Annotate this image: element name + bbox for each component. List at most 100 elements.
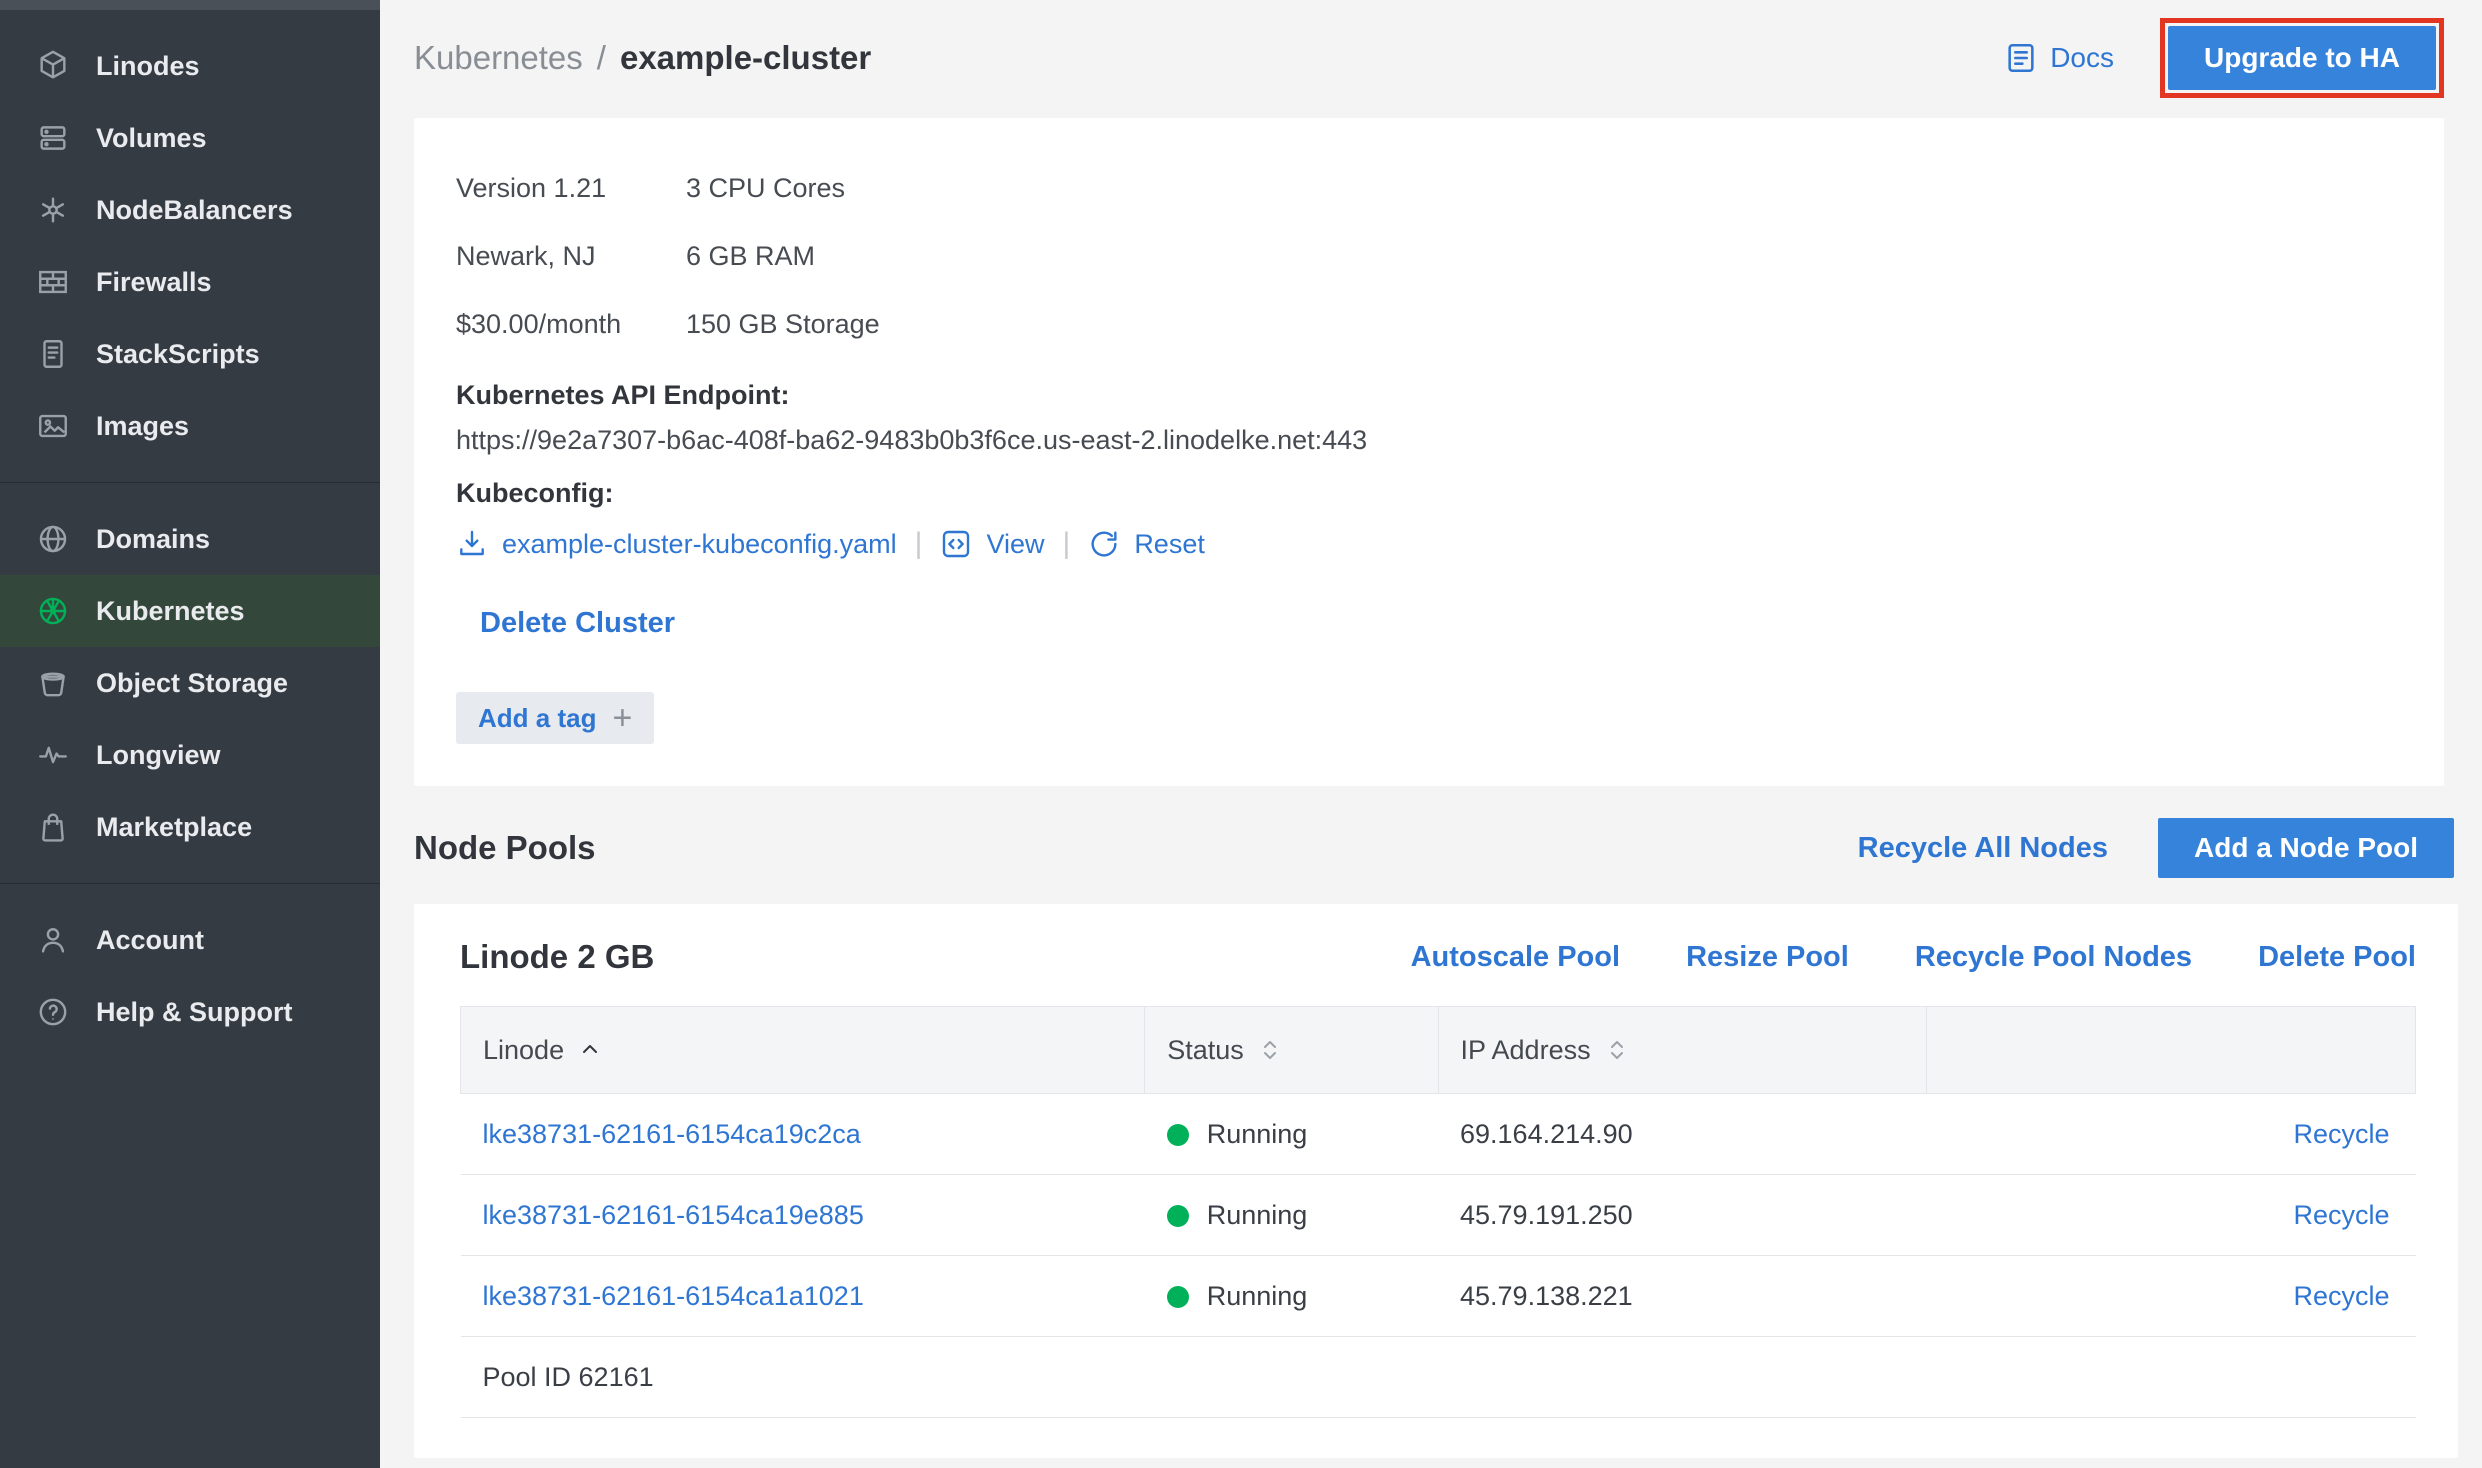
download-icon <box>456 528 488 560</box>
column-header-actions <box>1927 1007 2416 1094</box>
spec-row: $30.00/month 150 GB Storage <box>456 290 2400 358</box>
sidebar-item-label: Domains <box>96 524 210 555</box>
kubeconfig-reset-link[interactable]: Reset <box>1088 528 1205 560</box>
spec-region: Newark, NJ <box>456 241 686 272</box>
spec-ram: 6 GB RAM <box>686 241 815 272</box>
sidebar-divider <box>0 883 380 884</box>
table-footer-row: Pool ID 62161 <box>461 1337 2416 1418</box>
status-label: Running <box>1207 1281 1308 1311</box>
ip-address: 45.79.191.250 <box>1438 1175 1927 1256</box>
sidebar-item-longview[interactable]: Longview <box>0 719 380 791</box>
reset-label: Reset <box>1134 529 1205 560</box>
linode-cube-icon <box>36 49 70 83</box>
node-link[interactable]: lke38731-62161-6154ca19e885 <box>483 1200 864 1230</box>
api-endpoint-url: https://9e2a7307-b6ac-408f-ba62-9483b0b3… <box>456 425 2400 456</box>
sidebar-item-marketplace[interactable]: Marketplace <box>0 791 380 863</box>
delete-pool-link[interactable]: Delete Pool <box>2258 941 2416 974</box>
status-dot-running <box>1167 1286 1189 1308</box>
main-content: Kubernetes / example-cluster Docs Upgrad… <box>380 0 2482 1468</box>
resize-pool-link[interactable]: Resize Pool <box>1686 941 1849 974</box>
kubeconfig-view-link[interactable]: View <box>940 528 1044 560</box>
sidebar-item-domains[interactable]: Domains <box>0 503 380 575</box>
sidebar-item-nodebalancers[interactable]: NodeBalancers <box>0 174 380 246</box>
sidebar-item-object-storage[interactable]: Object Storage <box>0 647 380 719</box>
upgrade-to-ha-button[interactable]: Upgrade to HA <box>2168 26 2436 90</box>
sidebar-divider <box>0 482 380 483</box>
divider: | <box>915 527 923 561</box>
sidebar-item-label: Object Storage <box>96 668 288 699</box>
sidebar-item-label: NodeBalancers <box>96 195 293 226</box>
view-code-icon <box>940 528 972 560</box>
help-icon <box>36 995 70 1029</box>
recycle-all-nodes-link[interactable]: Recycle All Nodes <box>1858 832 2108 865</box>
docs-label: Docs <box>2050 42 2114 74</box>
node-link[interactable]: lke38731-62161-6154ca1a1021 <box>483 1281 864 1311</box>
breadcrumb: Kubernetes / example-cluster <box>414 39 871 77</box>
sidebar-item-label: Firewalls <box>96 267 212 298</box>
sidebar-item-firewalls[interactable]: Firewalls <box>0 246 380 318</box>
table-row: lke38731-62161-6154ca19c2ca Running 69.1… <box>461 1094 2416 1175</box>
breadcrumb-current: example-cluster <box>620 39 871 77</box>
add-node-pool-button[interactable]: Add a Node Pool <box>2158 818 2454 878</box>
sidebar-item-label: StackScripts <box>96 339 260 370</box>
plus-icon: + <box>612 701 632 735</box>
sidebar-item-label: Marketplace <box>96 812 252 843</box>
sidebar-item-help-support[interactable]: Help & Support <box>0 976 380 1048</box>
autoscale-pool-link[interactable]: Autoscale Pool <box>1411 941 1621 974</box>
recycle-node-link[interactable]: Recycle <box>2293 1200 2389 1230</box>
kubeconfig-download-link[interactable]: example-cluster-kubeconfig.yaml <box>456 528 897 560</box>
page-header: Kubernetes / example-cluster Docs Upgrad… <box>380 0 2482 118</box>
sort-ascending-icon <box>578 1036 602 1064</box>
kubeconfig-actions: example-cluster-kubeconfig.yaml | View |… <box>456 527 2400 561</box>
column-header-status[interactable]: Status <box>1145 1007 1438 1094</box>
column-label: Linode <box>483 1035 564 1066</box>
divider: | <box>1063 527 1071 561</box>
node-pools-header: Node Pools Recycle All Nodes Add a Node … <box>414 818 2454 878</box>
sidebar-top-strip <box>0 0 380 10</box>
sort-icon <box>1258 1036 1282 1064</box>
view-label: View <box>986 529 1044 560</box>
sidebar-item-volumes[interactable]: Volumes <box>0 102 380 174</box>
add-tag-label: Add a tag <box>478 703 596 734</box>
table-row: lke38731-62161-6154ca19e885 Running 45.7… <box>461 1175 2416 1256</box>
sidebar-item-linodes[interactable]: Linodes <box>0 30 380 102</box>
add-tag-button[interactable]: Add a tag + <box>456 692 654 744</box>
kubeconfig-label: Kubeconfig: <box>456 478 2400 509</box>
node-link[interactable]: lke38731-62161-6154ca19c2ca <box>483 1119 861 1149</box>
ip-address: 45.79.138.221 <box>1438 1256 1927 1337</box>
docs-link[interactable]: Docs <box>2004 41 2114 75</box>
domains-icon <box>36 522 70 556</box>
sidebar-item-account[interactable]: Account <box>0 904 380 976</box>
recycle-pool-nodes-link[interactable]: Recycle Pool Nodes <box>1915 941 2192 974</box>
breadcrumb-section[interactable]: Kubernetes <box>414 39 583 77</box>
column-header-linode[interactable]: Linode <box>461 1007 1145 1094</box>
column-label: IP Address <box>1461 1035 1591 1066</box>
node-pools-title: Node Pools <box>414 829 596 867</box>
object-storage-icon <box>36 666 70 700</box>
pool-id-label: Pool ID 62161 <box>461 1337 2416 1418</box>
table-row: lke38731-62161-6154ca1a1021 Running 45.7… <box>461 1256 2416 1337</box>
column-header-ip-address[interactable]: IP Address <box>1438 1007 1927 1094</box>
sidebar-item-label: Linodes <box>96 51 200 82</box>
annotation-highlight-box: Upgrade to HA <box>2160 18 2444 98</box>
pool-nodes-table: Linode Status IP Address <box>460 1006 2416 1418</box>
sidebar-item-stackscripts[interactable]: StackScripts <box>0 318 380 390</box>
recycle-node-link[interactable]: Recycle <box>2293 1119 2389 1149</box>
recycle-node-link[interactable]: Recycle <box>2293 1281 2389 1311</box>
sort-icon <box>1605 1036 1629 1064</box>
sidebar-item-label: Kubernetes <box>96 596 245 627</box>
spec-cpu: 3 CPU Cores <box>686 173 845 204</box>
reset-icon <box>1088 528 1120 560</box>
node-pool-card: Linode 2 GB Autoscale Pool Resize Pool R… <box>414 904 2458 1458</box>
sidebar-item-images[interactable]: Images <box>0 390 380 462</box>
delete-cluster-button[interactable]: Delete Cluster <box>480 607 675 640</box>
status-label: Running <box>1207 1119 1308 1149</box>
pool-actions: Autoscale Pool Resize Pool Recycle Pool … <box>1411 941 2416 974</box>
sidebar-item-label: Images <box>96 411 189 442</box>
status-dot-running <box>1167 1205 1189 1227</box>
sidebar-item-label: Help & Support <box>96 997 293 1028</box>
sidebar-item-kubernetes[interactable]: Kubernetes <box>0 575 380 647</box>
spec-row: Version 1.21 3 CPU Cores <box>456 154 2400 222</box>
volumes-icon <box>36 121 70 155</box>
longview-icon <box>36 738 70 772</box>
